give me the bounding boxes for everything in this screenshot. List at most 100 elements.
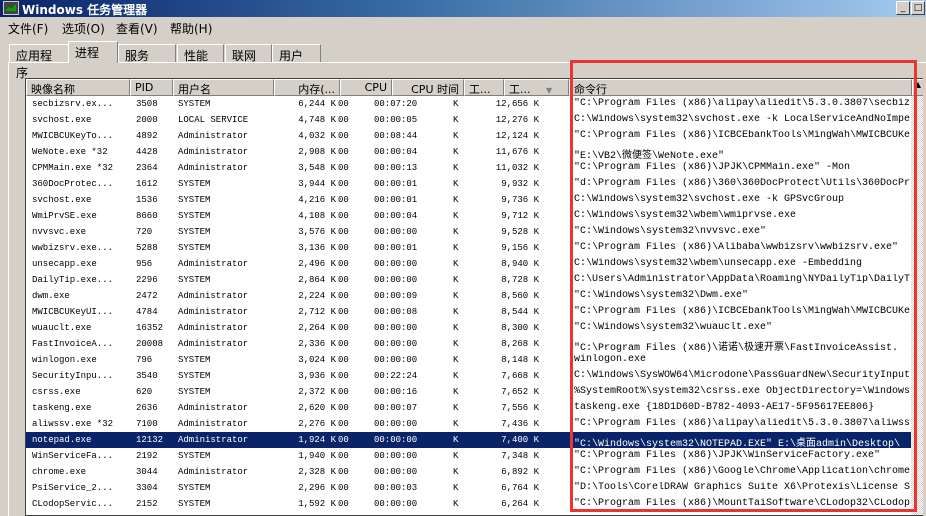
cell-working-set-unit: K [453,403,459,413]
cell-pid: 16352 [136,323,164,333]
cell-command-line: %SystemRoot%\system32\csrss.exe ObjectDi… [574,386,911,397]
column-pid[interactable]: PID [130,79,173,96]
table-row[interactable]: chrome.exe 3044 Administrator 2,328 K 00 00:0… [26,464,923,480]
cell-working-set: 7,668 K [501,371,539,381]
cell-command-line: "C:\Program Files (x86)\JPJK\WinServiceF… [574,450,881,461]
cell-cpu-time: 00:07:20 [374,99,418,109]
cell-cpu: 00 [338,195,349,205]
table-row[interactable]: notepad.exe 12132 Administrator 1,924 K 00 00… [26,432,923,450]
cell-command-line: "C:\Windows\system32\Dwm.exe" [574,290,749,301]
table-row[interactable]: WmiPrvSE.exe 8660 SYSTEM 4,108 K 00 00:00:04 K… [26,208,923,224]
cell-working-set-unit: K [453,419,459,429]
cell-pid: 1612 [136,179,158,189]
table-row[interactable]: WeNote.exe *32 4428 Administrator 2,908 K 00… [26,144,923,162]
column-cpu[interactable]: CPU [340,79,392,96]
menu-file[interactable]: 文件(F) [8,20,48,37]
cell-cpu: 00 [338,99,349,109]
table-row[interactable]: CLodopServic... 2152 SYSTEM 1,592 K 00 00:00:… [26,496,923,512]
cell-user-name: SYSTEM [178,275,211,285]
menu-view[interactable]: 查看(V) [116,20,158,37]
table-row[interactable]: wwbizsrv.exe... 5288 SYSTEM 3,136 K 00 00:00:… [26,240,923,256]
tab-networking[interactable]: 联网 [225,44,272,63]
tab-users[interactable]: 用户 [272,44,321,63]
cell-working-set-unit: K [453,195,459,205]
cell-user-name: Administrator [178,147,249,157]
cell-user-name: Administrator [178,323,249,333]
menu-options[interactable]: 选项(O) [62,20,105,37]
cell-working-set: 6,264 K [501,499,539,509]
cell-working-set-unit: K [453,115,459,125]
column-memory[interactable]: 内存(... [274,79,340,96]
table-row[interactable]: MWICBCUKeyUI... 4784 Administrator 2,712 K0… [26,304,923,320]
table-row[interactable]: winlogon.exe 796 SYSTEM 3,024 K 00 00:00:00 K 8… [26,352,923,368]
maximize-button[interactable]: □ [911,1,925,15]
cell-pid: 2636 [136,403,158,413]
cell-cpu: 00 [338,243,349,253]
table-row[interactable]: csrss.exe 620 SYSTEM 2,372 K 00 00:00:16 K 7,65… [26,384,923,400]
cell-user-name: Administrator [178,403,249,413]
column-user-name[interactable]: 用户名 [173,79,274,96]
table-row[interactable]: svchost.exe 1536 SYSTEM 4,216 K 00 00:00:01 K 9… [26,192,923,208]
cell-cpu: 00 [338,275,349,285]
cell-cpu: 00 [338,387,349,397]
table-row[interactable]: nvvsvc.exe 720 SYSTEM 3,576 K 00 00:00:00 K 9,5… [26,224,923,240]
cell-user-name: Administrator [178,339,249,349]
cell-image-name: notepad.exe [32,435,92,445]
cell-working-set-unit: K [453,291,459,301]
cell-pid: 1536 [136,195,158,205]
column-command-line[interactable]: 命令行 [569,79,912,96]
column-label: 工... [509,83,531,96]
tab-services[interactable]: 服务 [118,44,176,63]
cell-working-set: 6,892 K [501,467,539,477]
cell-working-set: 12,656 K [495,99,539,109]
column-cpu-time[interactable]: CPU 时间 [392,79,464,96]
table-row[interactable]: DailyTip.exe... 2296 SYSTEM 2,864 K 00 00:00:… [26,272,923,288]
tab-performance[interactable]: 性能 [177,44,224,63]
cell-working-set-unit: K [453,147,459,157]
table-row[interactable]: PsiService_2... 3304 SYSTEM 2,296 K 00 00:00:… [26,480,923,496]
scroll-up-button[interactable]: ▲ [912,79,923,96]
column-image-name[interactable]: 映像名称 [26,79,130,96]
table-row[interactable]: wuauclt.exe 16352 Administrator 2,264 K 00 00… [26,320,923,336]
cell-user-name: Administrator [178,435,249,445]
menu-help[interactable]: 帮助(H) [170,20,212,37]
table-row[interactable]: MWICBCUKeyTo... 4892 Administrator 4,032 K0… [26,128,923,144]
tab-applications[interactable]: 应用程序 [9,44,69,80]
cell-cpu: 00 [338,339,349,349]
cell-working-set: 9,528 K [501,227,539,237]
cell-memory: 3,024 K [298,355,336,365]
cell-command-line: C:\Windows\system32\svchost.exe -k Local… [574,114,911,125]
cell-command-line: "d:\Program Files (x86)\360\360DocProtec… [574,178,911,189]
cell-working-set: 8,300 K [501,323,539,333]
cell-memory: 2,264 K [298,323,336,333]
minimize-button[interactable]: _ [896,1,910,15]
cell-user-name: SYSTEM [178,371,211,381]
vertical-scrollbar[interactable] [911,96,923,515]
table-row[interactable]: SecurityInpu... 3540 SYSTEM 3,936 K 00 00:22:… [26,368,923,384]
tab-processes[interactable]: 进程 [68,41,118,63]
cell-working-set-unit: K [453,179,459,189]
cell-cpu: 00 [338,115,349,125]
cell-working-set-unit: K [453,387,459,397]
cell-cpu: 00 [338,259,349,269]
table-row[interactable]: taskeng.exe 2636 Administrator 2,620 K 00 00:… [26,400,923,416]
cell-pid: 796 [136,355,153,365]
cell-working-set: 9,932 K [501,179,539,189]
table-row[interactable]: FastInvoiceA... 20008 Administrator 2,336 K… [26,336,923,354]
cell-cpu-time: 00:00:08 [374,307,418,317]
table-row[interactable]: CPMMain.exe *32 2364 Administrator 3,548 K0… [26,160,923,176]
table-row[interactable]: svchost.exe 2000 LOCAL SERVICE 4,748 K 00 00:… [26,112,923,128]
column-working-set-2[interactable]: 工... ▼ [504,79,569,96]
table-row[interactable]: dwm.exe 2472 Administrator 2,224 K 00 00:00:0… [26,288,923,304]
table-row[interactable]: unsecapp.exe 956 Administrator 2,496 K 00 00:… [26,256,923,272]
table-row[interactable]: aliwssv.exe *32 7100 Administrator 2,276 K0… [26,416,923,432]
cell-memory: 2,224 K [298,291,336,301]
cell-pid: 4428 [136,147,158,157]
column-working-set-1[interactable]: 工... [464,79,504,96]
cell-user-name: SYSTEM [178,483,211,493]
table-row[interactable]: 360DocProtec... 1612 SYSTEM 3,944 K 00 00:00:… [26,176,923,192]
table-row[interactable]: secbizsrv.ex... 3508 SYSTEM 6,244 K 00 00:07:… [26,96,923,112]
cell-pid: 2192 [136,451,158,461]
table-row[interactable]: WinServiceFa... 2192 SYSTEM 1,940 K 00 00:00:… [26,448,923,464]
cell-cpu: 00 [338,355,349,365]
